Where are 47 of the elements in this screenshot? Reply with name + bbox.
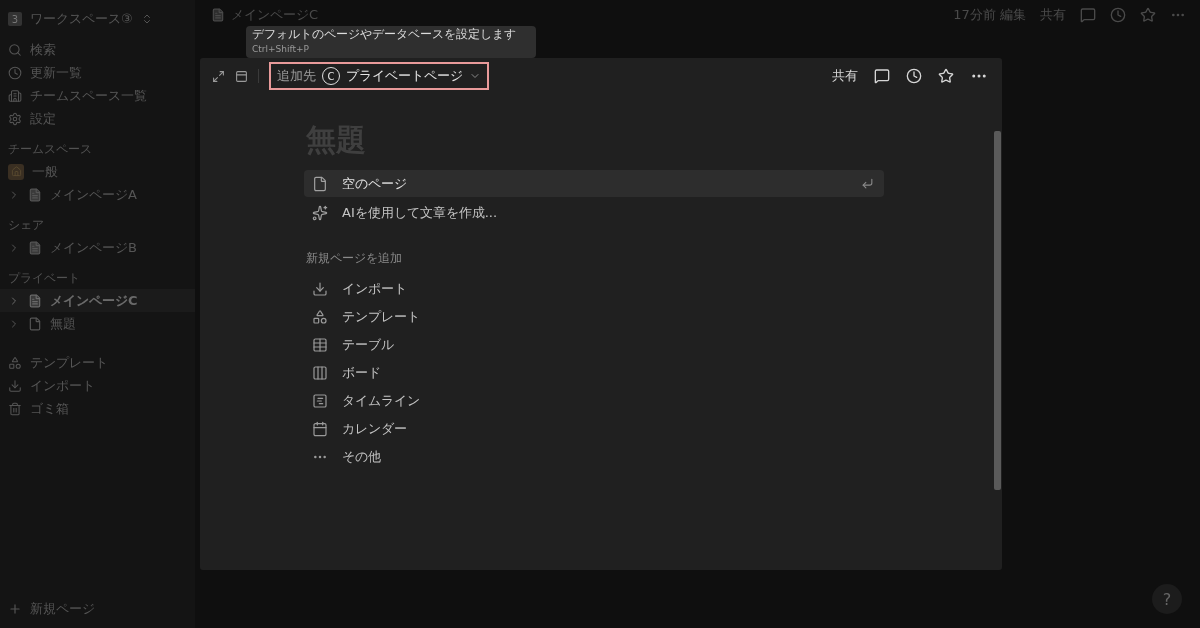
trash-icon	[8, 401, 22, 416]
option-item[interactable]: AIを使用して文章を作成...	[304, 199, 884, 226]
shapes-icon	[8, 355, 22, 370]
home-icon	[8, 163, 24, 180]
star-icon[interactable]	[1140, 7, 1156, 23]
shapes-icon	[312, 309, 328, 325]
download-icon	[8, 378, 22, 393]
template-item[interactable]: インポート	[304, 275, 884, 303]
add-to-button[interactable]: 追加先 C プライベートページ	[269, 62, 489, 90]
clock-icon	[8, 65, 22, 80]
share-button[interactable]: 共有	[832, 67, 858, 85]
sidebar-nav-item[interactable]: 検索	[0, 38, 195, 61]
sidebar-page-item[interactable]: 無題	[0, 312, 195, 335]
share-button[interactable]: 共有	[1040, 6, 1066, 24]
page-icon	[28, 187, 42, 202]
template-item[interactable]: テンプレート	[304, 303, 884, 331]
search-icon	[8, 42, 22, 57]
sidebar-nav-item[interactable]: 設定	[0, 107, 195, 130]
enter-icon	[861, 177, 874, 190]
template-item[interactable]: カレンダー	[304, 415, 884, 443]
scrollbar[interactable]	[994, 131, 1001, 490]
table-icon	[312, 337, 328, 353]
section-title: 新規ページを追加	[306, 250, 403, 267]
option-item[interactable]: 空のページ	[304, 170, 884, 197]
expand-icon[interactable]	[212, 69, 225, 83]
sparkles-icon	[312, 204, 328, 221]
page-icon	[28, 316, 42, 331]
page-icon	[312, 175, 328, 192]
page-icon	[28, 240, 42, 255]
building-icon	[8, 88, 22, 103]
template-item[interactable]: その他	[304, 443, 884, 471]
sidebar-page-item[interactable]: メインページC	[0, 289, 195, 312]
page-icon	[211, 8, 225, 22]
sidebar-tool-item[interactable]: ゴミ箱	[0, 397, 195, 420]
calendar-icon	[312, 421, 328, 437]
page-icon	[28, 293, 42, 308]
template-item[interactable]: テーブル	[304, 331, 884, 359]
timeline-icon	[312, 393, 328, 409]
columns-icon	[312, 365, 328, 381]
template-item[interactable]: ボード	[304, 359, 884, 387]
template-item[interactable]: タイムライン	[304, 387, 884, 415]
workspace-badge: 3	[8, 12, 22, 26]
tooltip: デフォルトのページやデータベースを設定します Ctrl+Shift+P	[246, 26, 536, 58]
plus-icon	[8, 601, 22, 616]
panel-icon[interactable]	[235, 69, 248, 83]
settings-icon	[8, 111, 22, 126]
download-icon	[312, 281, 328, 297]
